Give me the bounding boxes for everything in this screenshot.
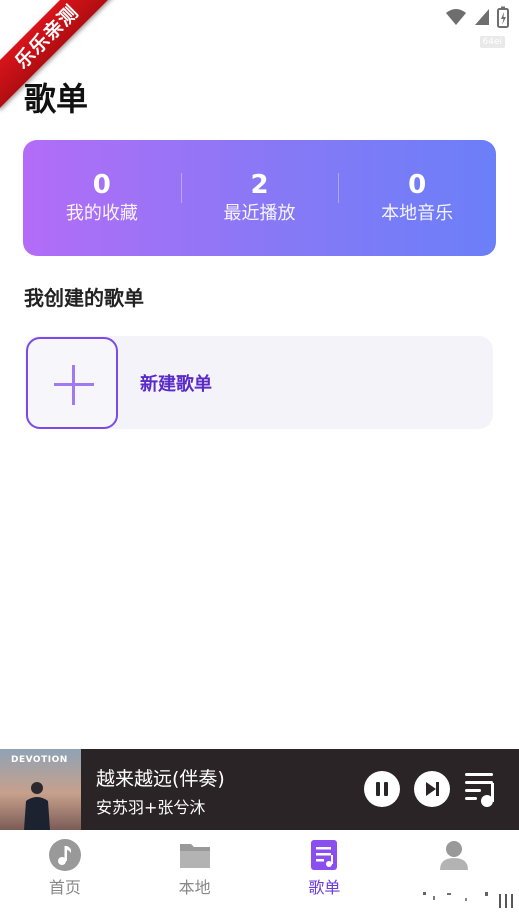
stat-local-label: 本地音乐 xyxy=(381,203,454,224)
stat-favorites-label: 我的收藏 xyxy=(65,203,138,224)
signal-icon xyxy=(475,9,489,25)
stat-local-count: 0 xyxy=(408,170,427,200)
nav-local-label: 本地 xyxy=(178,878,211,897)
page-title: 歌单 xyxy=(24,80,89,118)
stats-card: 0 我的收藏 2 最近播放 0 本地音乐 xyxy=(23,140,496,256)
folder-icon xyxy=(179,844,210,868)
track-title: 越来越远(伴奏) xyxy=(96,768,225,790)
queue-icon[interactable] xyxy=(463,769,499,809)
status-icons xyxy=(445,6,509,28)
bottom-nav: 首页 本地 歌单 xyxy=(0,830,519,924)
stat-recent[interactable]: 2 最近播放 xyxy=(180,169,339,227)
stat-local[interactable]: 0 本地音乐 xyxy=(338,169,496,227)
nav-playlist-label: 歌单 xyxy=(308,878,341,897)
nav-home[interactable]: 首页 xyxy=(0,830,130,924)
battery-icon xyxy=(497,6,509,28)
section-title: 我创建的歌单 xyxy=(24,286,144,310)
cover-figure-image xyxy=(24,782,50,830)
pause-icon xyxy=(376,782,388,796)
mini-player[interactable]: DEVOTION 越来越远(伴奏) 安苏羽+张兮沐 xyxy=(0,749,519,830)
next-button[interactable] xyxy=(414,771,450,807)
stat-favorites-count: 0 xyxy=(92,170,111,200)
playlist-icon xyxy=(311,840,338,870)
wifi-icon xyxy=(446,9,466,25)
plus-box[interactable] xyxy=(26,337,118,429)
nav-home-label: 首页 xyxy=(48,878,81,897)
new-playlist-label: 新建歌单 xyxy=(140,374,212,395)
noise-artifact-image xyxy=(423,892,513,908)
plus-icon xyxy=(54,365,94,405)
status-bar: 乐乐亲测 64ei xyxy=(0,0,519,110)
nav-local[interactable]: 本地 xyxy=(130,830,260,924)
album-cover[interactable]: DEVOTION xyxy=(0,749,81,830)
music-note-icon xyxy=(48,839,81,871)
next-icon xyxy=(426,782,439,796)
user-icon xyxy=(440,841,469,870)
cover-title: DEVOTION xyxy=(11,755,68,765)
track-artist: 安苏羽+张兮沐 xyxy=(96,798,206,817)
stat-favorites[interactable]: 0 我的收藏 xyxy=(23,169,181,227)
pause-button[interactable] xyxy=(364,771,400,807)
stat-recent-label: 最近播放 xyxy=(223,203,296,224)
watermark-tag: 64ei xyxy=(479,36,505,48)
stat-recent-count: 2 xyxy=(250,170,269,200)
nav-playlist[interactable]: 歌单 xyxy=(260,830,390,924)
new-playlist-button[interactable]: 新建歌单 xyxy=(25,336,493,429)
